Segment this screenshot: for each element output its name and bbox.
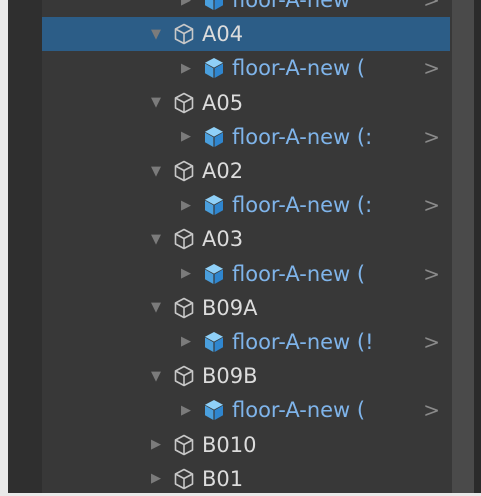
prefab-cube-icon	[202, 125, 226, 149]
hierarchy-prefab-row[interactable]: ▶ floor-A-new >	[42, 0, 450, 17]
open-prefab-chevron-icon[interactable]: >	[423, 393, 440, 427]
panel-edge	[474, 0, 481, 493]
vertical-scrollbar[interactable]	[452, 0, 474, 493]
hierarchy-tree: ▶ floor-A-new > ▼ A04 ▶ floor-A-new ( > ▼ A05 ▶ flo…	[42, 0, 450, 496]
triangle-right-icon[interactable]: ▶	[146, 469, 166, 489]
hierarchy-object-row[interactable]: ▼ A02	[42, 154, 450, 188]
triangle-down-icon[interactable]: ▼	[146, 24, 166, 44]
triangle-right-icon[interactable]: ▶	[176, 264, 196, 284]
triangle-right-icon[interactable]: ▶	[176, 127, 196, 147]
open-prefab-chevron-icon[interactable]: >	[423, 188, 440, 222]
open-prefab-chevron-icon[interactable]: >	[423, 325, 440, 359]
hierarchy-object-row[interactable]: ▶ B01	[42, 462, 450, 496]
row-label: B01	[202, 466, 244, 491]
prefab-cube-icon	[202, 330, 226, 354]
prefab-cube-icon	[202, 193, 226, 217]
hierarchy-prefab-row[interactable]: ▶ floor-A-new ( >	[42, 257, 450, 291]
hierarchy-object-row[interactable]: ▼ B09B	[42, 359, 450, 393]
row-label: floor-A-new (!	[232, 329, 374, 354]
hierarchy-prefab-row[interactable]: ▶ floor-A-new (! >	[42, 325, 450, 359]
open-prefab-chevron-icon[interactable]: >	[423, 51, 440, 85]
triangle-right-icon[interactable]: ▶	[146, 435, 166, 455]
triangle-down-icon[interactable]: ▼	[146, 161, 166, 181]
hierarchy-prefab-row[interactable]: ▶ floor-A-new (: >	[42, 188, 450, 222]
open-prefab-chevron-icon[interactable]: >	[423, 257, 440, 291]
row-label: floor-A-new (:	[232, 193, 373, 218]
triangle-right-icon[interactable]: ▶	[176, 400, 196, 420]
cube-outline-icon	[172, 467, 196, 491]
cube-outline-icon	[172, 364, 196, 388]
hierarchy-gutter	[8, 0, 42, 493]
prefab-cube-icon	[202, 0, 226, 12]
row-label: A02	[202, 159, 244, 184]
cube-outline-icon	[172, 296, 196, 320]
row-label: A04	[202, 22, 244, 47]
triangle-right-icon[interactable]: ▶	[176, 332, 196, 352]
row-label: floor-A-new (:	[232, 124, 373, 149]
row-label: floor-A-new (	[232, 398, 366, 423]
row-label: floor-A-new	[232, 0, 351, 13]
hierarchy-object-row[interactable]: ▼ A04	[42, 17, 450, 52]
triangle-down-icon[interactable]: ▼	[146, 93, 166, 113]
hierarchy-prefab-row[interactable]: ▶ floor-A-new ( >	[42, 393, 450, 427]
prefab-cube-icon	[202, 56, 226, 80]
triangle-right-icon[interactable]: ▶	[176, 58, 196, 78]
prefab-cube-icon	[202, 262, 226, 286]
cube-outline-icon	[172, 433, 196, 457]
triangle-right-icon[interactable]: ▶	[176, 0, 196, 10]
hierarchy-object-row[interactable]: ▼ A03	[42, 222, 450, 256]
cube-outline-icon	[172, 159, 196, 183]
row-label: A05	[202, 90, 244, 115]
hierarchy-prefab-row[interactable]: ▶ floor-A-new (: >	[42, 120, 450, 154]
row-label: B09B	[202, 364, 258, 389]
cube-outline-icon	[172, 22, 196, 46]
hierarchy-object-row[interactable]: ▼ B09A	[42, 291, 450, 325]
triangle-down-icon[interactable]: ▼	[146, 229, 166, 249]
prefab-cube-icon	[202, 398, 226, 422]
hierarchy-prefab-row[interactable]: ▶ floor-A-new ( >	[42, 51, 450, 85]
open-prefab-chevron-icon[interactable]: >	[423, 0, 440, 17]
row-label: floor-A-new (	[232, 56, 366, 81]
triangle-down-icon[interactable]: ▼	[146, 366, 166, 386]
cube-outline-icon	[172, 227, 196, 251]
cube-outline-icon	[172, 91, 196, 115]
row-label: B09A	[202, 295, 258, 320]
row-label: A03	[202, 227, 244, 252]
row-label: floor-A-new (	[232, 261, 366, 286]
open-prefab-chevron-icon[interactable]: >	[423, 120, 440, 154]
hierarchy-object-row[interactable]: ▶ B010	[42, 427, 450, 461]
row-label: B010	[202, 432, 257, 457]
triangle-down-icon[interactable]: ▼	[146, 298, 166, 318]
triangle-right-icon[interactable]: ▶	[176, 195, 196, 215]
hierarchy-object-row[interactable]: ▼ A05	[42, 86, 450, 120]
